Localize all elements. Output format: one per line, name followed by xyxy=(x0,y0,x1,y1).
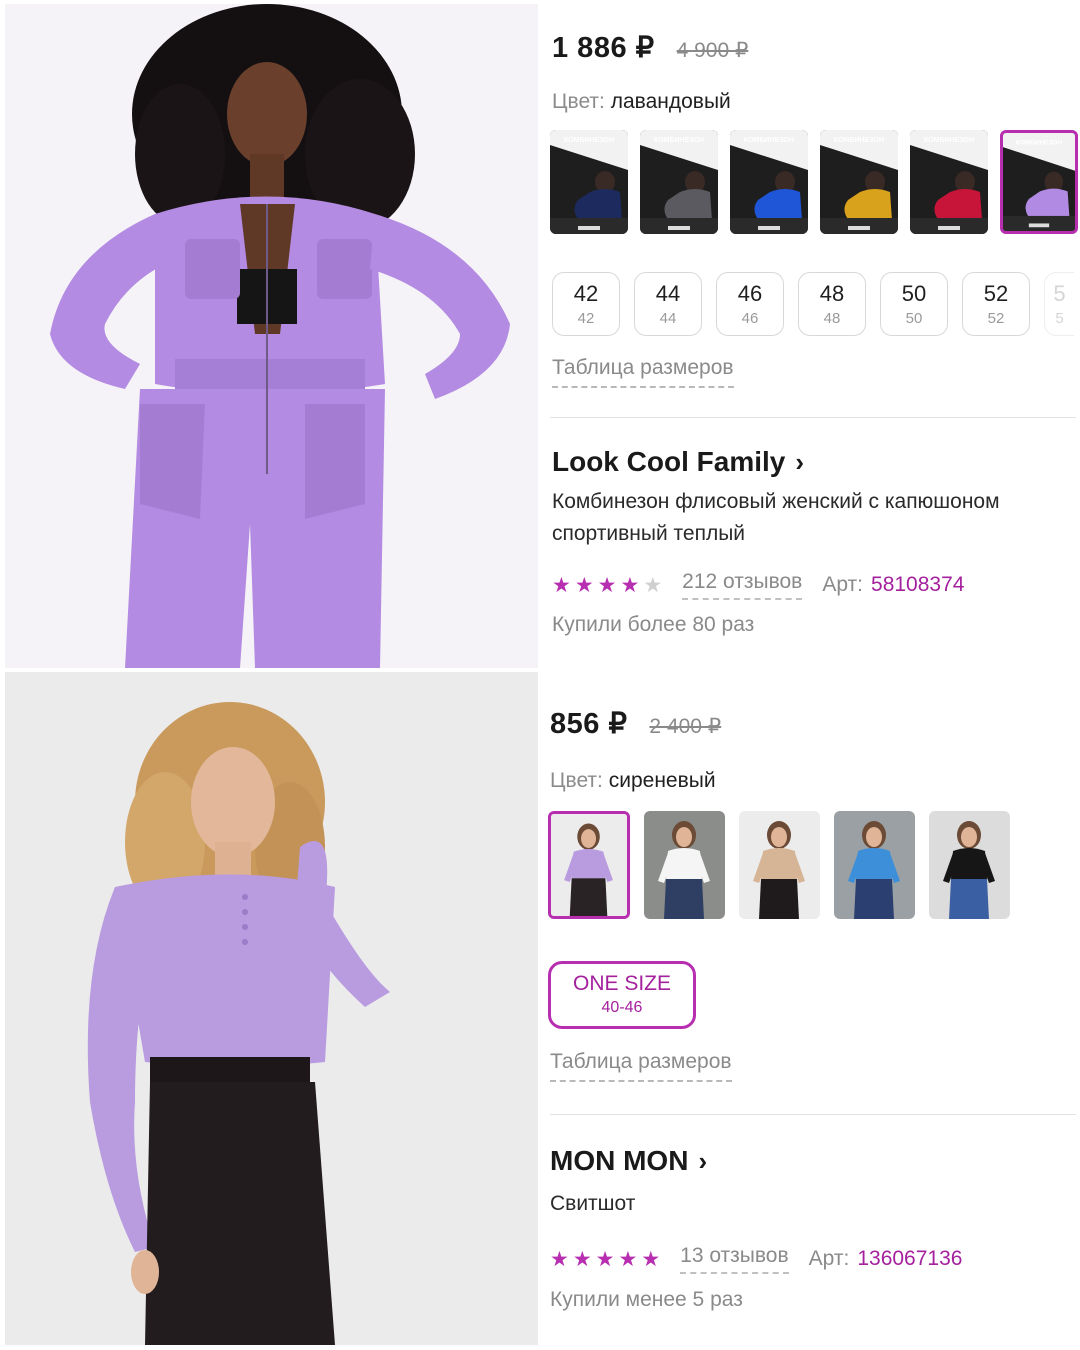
current-price: 856 ₽ xyxy=(550,708,628,740)
size-ru: 52 xyxy=(983,280,1009,306)
star-filled-icon: ★ xyxy=(574,573,594,597)
color-swatches: КОМБИНЕЗОН КОМБИНЕЗОН КОМБИНЕЗОН КОМБИНЕЗОН… xyxy=(550,130,1078,234)
article-label: Арт: xyxy=(822,573,864,596)
size-chip-5[interactable]: 55 xyxy=(1044,272,1074,336)
color-swatch-yellow[interactable]: КОМБИНЕЗОН xyxy=(820,130,898,234)
star-filled-icon: ★ xyxy=(618,1247,638,1271)
product-title: Комбинезон флисовый женский с капюшоном … xyxy=(552,490,1000,545)
size-ru: 5 xyxy=(1053,280,1066,306)
star-filled-icon: ★ xyxy=(550,1247,569,1271)
size-range: 40-46 xyxy=(601,999,643,1016)
swatch-label: КОМБИНЕЗОН xyxy=(924,137,974,144)
color-swatch-beige[interactable] xyxy=(739,811,820,919)
swatch-label: КОМБИНЕЗОН xyxy=(564,137,614,144)
star-empty-icon: ★ xyxy=(643,573,663,597)
color-swatch-black[interactable] xyxy=(929,811,1010,919)
color-value: сиреневый xyxy=(608,769,716,792)
color-label: Цвет: xyxy=(550,769,603,792)
divider xyxy=(550,1114,1076,1115)
color-row: Цвет: сиреневый xyxy=(550,769,716,793)
size-int: 50 xyxy=(905,309,923,327)
color-swatch-navy[interactable]: КОМБИНЕЗОН xyxy=(550,130,628,234)
old-price: 2 400 ₽ xyxy=(649,715,722,738)
size-ru: 46 xyxy=(737,280,763,306)
size-int: 5 xyxy=(1055,309,1064,327)
size-table-link[interactable]: Таблица размеров xyxy=(552,356,734,388)
size-int: 48 xyxy=(823,309,841,327)
current-price: 1 886 ₽ xyxy=(552,32,655,64)
rating-row: ★ ★ ★ ★ ★ 212 отзывов Арт: 58108374 xyxy=(552,570,964,600)
color-swatch-blue[interactable]: КОМБИНЕЗОН xyxy=(730,130,808,234)
article-number[interactable]: 136067136 xyxy=(857,1247,962,1271)
product-details-2: 856 ₽ 2 400 ₽ Цвет: сиреневый ONE SIZE 4… xyxy=(548,670,1076,1346)
size-int: 42 xyxy=(577,309,595,327)
star-filled-icon: ★ xyxy=(595,1247,615,1271)
color-swatches xyxy=(548,811,1010,919)
color-value: лавандовый xyxy=(610,90,731,113)
star-filled-icon: ★ xyxy=(597,573,617,597)
product-details-1: 1 886 ₽ 4 900 ₽ Цвет: лавандовый КОМБИНЕ… xyxy=(550,0,1078,670)
color-swatch-lilac[interactable] xyxy=(548,811,630,919)
swatch-label: КОМБИНЕЗОН xyxy=(834,137,884,144)
chevron-right-icon: › xyxy=(698,1145,708,1176)
color-swatch-red[interactable]: КОМБИНЕЗОН xyxy=(910,130,988,234)
size-chip-50[interactable]: 50 50 xyxy=(880,272,948,336)
swatch-label: КОМБИНЕЗОН xyxy=(654,137,704,144)
swatch-label: КОМБИНЕЗОН xyxy=(744,137,794,144)
color-row: Цвет: лавандовый xyxy=(552,90,731,114)
color-label: Цвет: xyxy=(552,90,605,113)
size-chip-one-size[interactable]: ONE SIZE 40-46 xyxy=(548,961,696,1029)
size-chip-44[interactable]: 44 44 xyxy=(634,272,702,336)
size-chip-48[interactable]: 48 48 xyxy=(798,272,866,336)
star-filled-icon: ★ xyxy=(620,573,640,597)
size-int: 46 xyxy=(741,309,759,327)
color-swatch-gray[interactable]: КОМБИНЕЗОН xyxy=(640,130,718,234)
reviews-link[interactable]: 13 отзывов xyxy=(680,1244,789,1274)
color-swatch-white[interactable] xyxy=(644,811,725,919)
brand-link[interactable]: Look Cool Family › xyxy=(552,446,804,478)
star-filled-icon: ★ xyxy=(641,1247,661,1271)
brand-name: Look Cool Family xyxy=(552,446,786,477)
color-swatch-lavender[interactable]: КОМБИНЕЗОН xyxy=(1000,130,1078,234)
size-chip-52[interactable]: 52 52 xyxy=(962,272,1030,336)
size-ru: 48 xyxy=(819,280,845,306)
brand-name: MON MON xyxy=(550,1145,689,1176)
product-photo-sweater[interactable] xyxy=(5,672,538,1345)
size-table-link[interactable]: Таблица размеров xyxy=(550,1050,732,1082)
product-photo-jumpsuit[interactable] xyxy=(5,4,538,668)
star-filled-icon: ★ xyxy=(572,1247,592,1271)
size-chip-42[interactable]: 42 42 xyxy=(552,272,620,336)
purchase-count: Купили менее 5 раз xyxy=(550,1288,743,1311)
price-row: 856 ₽ 2 400 ₽ xyxy=(550,706,721,741)
size-ru: 42 xyxy=(573,280,599,306)
size-selector: 42 42 44 44 46 46 48 48 50 50 52 52 5 5 xyxy=(552,272,1074,336)
price-row: 1 886 ₽ 4 900 ₽ xyxy=(552,30,748,65)
jumpsuit-model-illustration xyxy=(5,4,538,668)
star-filled-icon: ★ xyxy=(552,573,571,597)
product-title: Свитшот xyxy=(550,1192,636,1215)
color-swatch-light-blue[interactable] xyxy=(834,811,915,919)
size-label: ONE SIZE xyxy=(572,972,672,995)
size-int: 52 xyxy=(987,309,1005,327)
divider xyxy=(550,417,1076,418)
swatch-label: КОМБИНЕЗОН xyxy=(1016,139,1062,146)
size-ru: 44 xyxy=(655,280,681,306)
sweater-model-illustration xyxy=(5,672,538,1345)
size-chip-46[interactable]: 46 46 xyxy=(716,272,784,336)
article-label: Арт: xyxy=(808,1247,850,1270)
size-ru: 50 xyxy=(901,280,927,306)
old-price: 4 900 ₽ xyxy=(676,39,749,62)
rating-stars: ★ ★ ★ ★ ★ xyxy=(552,575,662,596)
rating-stars: ★ ★ ★ ★ ★ xyxy=(550,1249,660,1270)
article-number[interactable]: 58108374 xyxy=(871,573,964,597)
purchase-count: Купили более 80 раз xyxy=(552,613,755,636)
reviews-link[interactable]: 212 отзывов xyxy=(682,570,803,600)
brand-link[interactable]: MON MON › xyxy=(550,1145,707,1177)
rating-row: ★ ★ ★ ★ ★ 13 отзывов Арт: 136067136 xyxy=(550,1244,962,1274)
size-int: 44 xyxy=(659,309,677,327)
chevron-right-icon: › xyxy=(795,446,805,477)
